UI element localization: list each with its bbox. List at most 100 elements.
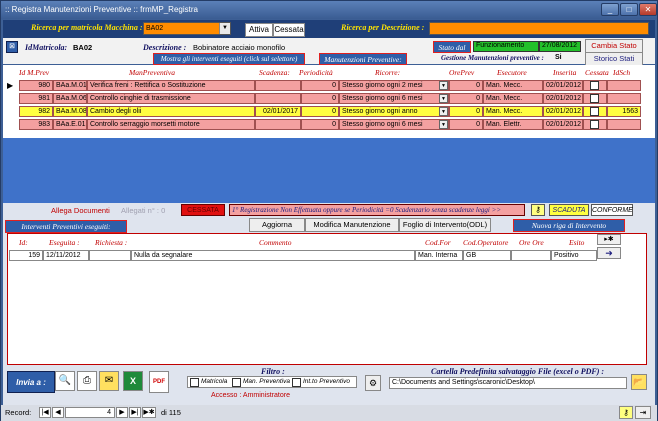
grid-cell-code[interactable]: BAa.E.01 (53, 119, 87, 130)
scaduta-badge: SCADUTA (549, 204, 589, 216)
filtro-matricola-checkbox[interactable] (190, 378, 199, 387)
chevron-down-icon[interactable]: ▼ (439, 107, 448, 116)
grid-cell-ore[interactable]: 0 (449, 80, 483, 91)
grid-cell-ric[interactable]: Stesso giorno ogni anno (339, 106, 449, 117)
table-row[interactable]: ▶ 980 BAa.M.01 Verifica freni : Rettifica o… (7, 80, 647, 92)
grid-cell-idsch[interactable]: 1563 (607, 106, 641, 117)
folder-settings-icon[interactable]: ⚙ (365, 375, 381, 391)
grid-cell-ric[interactable]: Stesso giorno ogni 2 mesi (339, 80, 449, 91)
open-intervento-button[interactable]: ➜ (597, 247, 621, 259)
grid-cell-idsch[interactable] (607, 93, 641, 104)
grid-cell-ric[interactable]: Stesso giorno ogni 6 mesi (339, 93, 449, 104)
help-key-icon[interactable]: ⚷ (619, 406, 633, 419)
cessata-checkbox[interactable] (590, 81, 599, 90)
grid-cell-code[interactable]: BAa.M.01 (53, 80, 87, 91)
stato-date: 27/08/2012 (539, 41, 581, 52)
current-row-indicator-icon: ▶ (7, 81, 14, 90)
grid-cell-idsch[interactable] (607, 119, 641, 130)
cessata-checkbox[interactable] (590, 107, 599, 116)
grid-cell-id[interactable]: 981 (19, 93, 53, 104)
chevron-down-icon: ▼ (219, 23, 230, 34)
modifica-manutenzione-button[interactable]: Modifica Manutenzione (305, 218, 399, 232)
new-row-nav-button[interactable]: ▸✱ (597, 234, 621, 245)
grid-cell-scad[interactable]: 02/01/2017 (255, 106, 301, 117)
tab-cessata[interactable]: Cessata (273, 23, 305, 37)
col-manpreventiva: ManPreventiva (129, 68, 175, 77)
minimize-button[interactable]: _ (601, 3, 619, 16)
grid-cell-ins[interactable]: 02/01/2012 (543, 93, 583, 104)
prev-record-button[interactable]: ◀ (52, 407, 64, 418)
sub-col-esito: Esito (569, 238, 585, 247)
grid-cell-desc[interactable]: Verifica freni : Rettifica o Sostituzion… (87, 80, 255, 91)
grid-cell-cessata (583, 106, 607, 117)
folder-open-icon[interactable]: 📂 (631, 374, 647, 390)
first-record-button[interactable]: |◀ (39, 407, 51, 418)
intervento-row[interactable]: 159 12/11/2012 Nulla da segnalare Man. I… (9, 250, 599, 261)
sub-col-eseguita: Eseguita : (49, 238, 80, 247)
intervento-esito: Positivo (551, 250, 597, 261)
tab-attiva[interactable]: Attiva (245, 23, 273, 37)
grid-cell-ore[interactable]: 0 (449, 119, 483, 130)
grid-cell-ore[interactable]: 0 (449, 106, 483, 117)
grid-cell-esec[interactable]: Man. Mecc. (483, 80, 543, 91)
col-id: Id M.Prev (19, 68, 50, 77)
grid-cell-code[interactable]: BAa.M.08 (53, 106, 87, 117)
grid-cell-id[interactable]: 982 (19, 106, 53, 117)
maximize-button[interactable]: □ (620, 3, 638, 16)
grid-cell-per[interactable]: 0 (301, 80, 339, 91)
storico-stati-button[interactable]: Storico Stati (585, 52, 643, 66)
grid-cell-scad[interactable] (255, 80, 301, 91)
close-button[interactable]: ✕ (639, 3, 657, 16)
table-row[interactable]: 982 BAa.M.08 Cambio degli olii 02/01/2017 0 S… (7, 106, 647, 118)
aggiorna-button[interactable]: Aggiorna (249, 218, 305, 232)
grid-cell-per[interactable]: 0 (301, 119, 339, 130)
grid-cell-desc[interactable]: Controllo cinghie di trasmissione (87, 93, 255, 104)
record-selector-icon[interactable]: ⊠ (6, 41, 18, 53)
grid-cell-ore[interactable]: 0 (449, 93, 483, 104)
grid-cell-scad[interactable] (255, 119, 301, 130)
grid-cell-esec[interactable]: Man. Mecc. (483, 93, 543, 104)
grid-cell-id[interactable]: 983 (19, 119, 53, 130)
grid-cell-code[interactable]: BAa.M.06 (53, 93, 87, 104)
print-preview-icon[interactable]: 🔍 (55, 371, 75, 391)
chevron-down-icon[interactable]: ▼ (439, 94, 448, 103)
grid-cell-per[interactable]: 0 (301, 106, 339, 117)
grid-cell-desc[interactable]: Cambio degli olii (87, 106, 255, 117)
col-oreprev: OrePrev (449, 68, 475, 77)
chevron-down-icon[interactable]: ▼ (439, 120, 448, 129)
allega-documenti-button[interactable]: Allega Documenti (51, 206, 110, 215)
filtro-manprev-checkbox[interactable] (232, 378, 241, 387)
grid-cell-esec[interactable]: Man. Mecc. (483, 106, 543, 117)
record-number-input[interactable]: 4 (65, 407, 115, 418)
mail-icon[interactable]: ✉ (99, 371, 119, 391)
new-record-button[interactable]: ▶✱ (142, 407, 156, 418)
cessata-checkbox[interactable] (590, 120, 599, 129)
next-record-button[interactable]: ▶ (116, 407, 128, 418)
cartella-path-field[interactable]: C:\Documents and Settings\scaronic\Deskt… (389, 377, 627, 389)
grid-cell-scad[interactable] (255, 93, 301, 104)
table-row[interactable]: 983 BAa.E.01 Controllo serraggio morsetti … (7, 119, 647, 131)
printer-icon[interactable]: ⎙ (77, 371, 97, 391)
filtro-intsch-checkbox[interactable] (292, 378, 301, 387)
grid-cell-desc[interactable]: Controllo serraggio morsetti motore (87, 119, 255, 130)
table-row[interactable]: 981 BAa.M.06 Controllo cinghie di trasmiss… (7, 93, 647, 105)
grid-cell-ric[interactable]: Stesso giorno ogni 6 mesi (339, 119, 449, 130)
exit-door-icon[interactable]: ⇥ (635, 406, 651, 419)
grid-cell-ins[interactable]: 02/01/2012 (543, 80, 583, 91)
descrizione-search-input[interactable] (429, 22, 649, 35)
grid-cell-esec[interactable]: Man. Elettr. (483, 119, 543, 130)
grid-cell-idsch[interactable] (607, 80, 641, 91)
last-record-button[interactable]: ▶| (129, 407, 141, 418)
grid-cell-ins[interactable]: 02/01/2012 (543, 106, 583, 117)
cambia-stato-button[interactable]: Cambia Stato (585, 39, 643, 53)
excel-icon[interactable]: X (123, 371, 143, 391)
matricola-combo[interactable]: BA02 ▼ (143, 22, 231, 35)
foglio-intervento-button[interactable]: Foglio di Intervento(ODL) (399, 218, 491, 232)
grid-cell-id[interactable]: 980 (19, 80, 53, 91)
cessata-checkbox[interactable] (590, 94, 599, 103)
grid-cell-ins[interactable]: 02/01/2012 (543, 119, 583, 130)
grid-cell-per[interactable]: 0 (301, 93, 339, 104)
key-icon[interactable]: ⚷ (531, 204, 545, 216)
pdf-icon[interactable]: PDF (149, 371, 169, 393)
chevron-down-icon[interactable]: ▼ (439, 81, 448, 90)
